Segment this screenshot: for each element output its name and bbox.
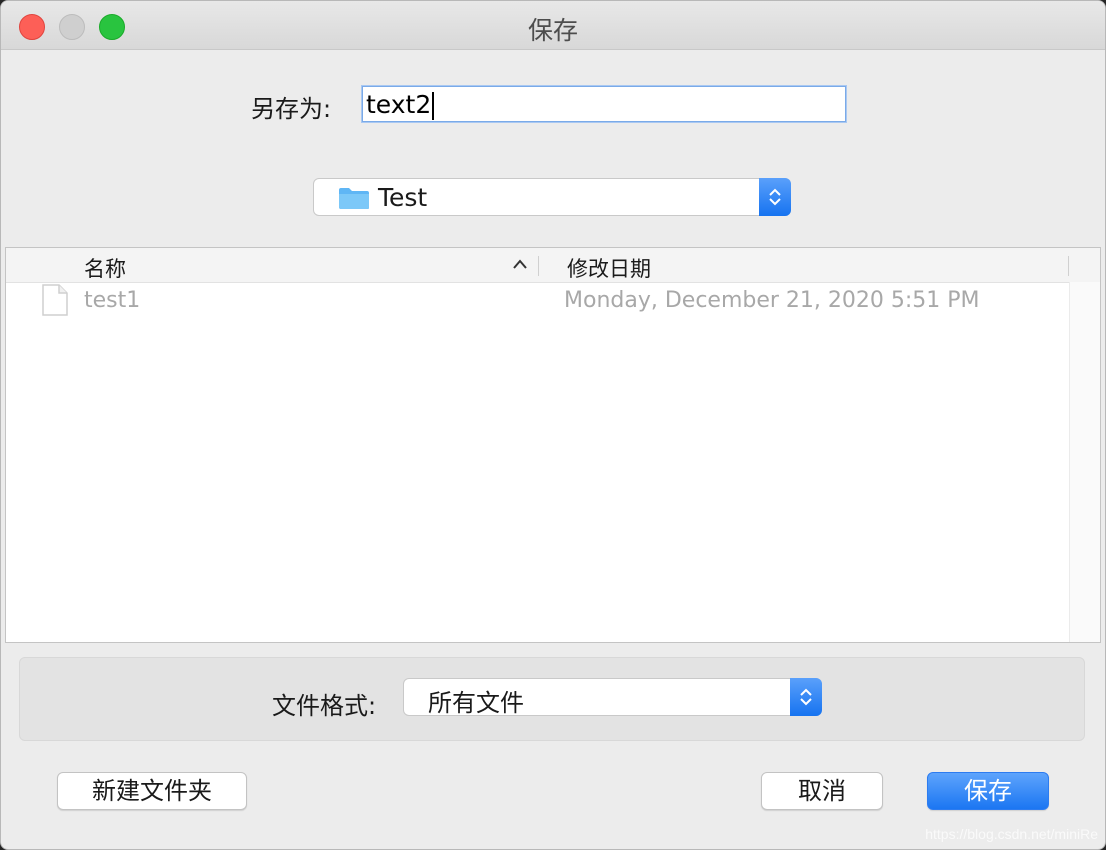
column-divider[interactable]	[538, 256, 539, 276]
window-title: 保存	[527, 16, 578, 45]
location-popup[interactable]: Test	[313, 178, 791, 216]
chevron-updown-icon	[769, 188, 781, 206]
save-as-label: 另存为:	[251, 95, 332, 123]
column-header: 名称 修改日期	[6, 248, 1100, 283]
save-button[interactable]: 保存	[927, 772, 1049, 810]
cancel-button[interactable]: 取消	[761, 772, 883, 810]
location-stepper[interactable]	[759, 178, 791, 216]
sort-ascending-icon[interactable]	[512, 258, 528, 270]
document-icon	[42, 284, 68, 316]
folder-icon	[339, 188, 369, 209]
file-format-value: 所有文件	[428, 689, 524, 717]
filename-value: text2	[366, 90, 432, 119]
save-dialog: 保存 另存为: text2 Test 名称 修改日期 test1 Monday,…	[0, 0, 1106, 850]
filename-input[interactable]: text2	[362, 86, 846, 122]
column-divider[interactable]	[1068, 256, 1069, 276]
new-folder-button[interactable]: 新建文件夹	[57, 772, 247, 810]
file-format-popup[interactable]: 所有文件	[403, 678, 822, 717]
title-bar: 保存	[1, 1, 1105, 50]
name-column-header[interactable]: 名称	[84, 253, 126, 283]
location-folder-name: Test	[378, 183, 428, 212]
file-modified-date: Monday, December 21, 2020 5:51 PM	[564, 288, 980, 313]
file-format-label: 文件格式:	[272, 692, 377, 720]
file-row[interactable]: test1 Monday, December 21, 2020 5:51 PM	[6, 284, 1070, 320]
file-format-stepper[interactable]	[790, 678, 822, 716]
text-caret	[432, 92, 435, 120]
chevron-updown-icon	[800, 688, 812, 706]
scrollbar-track[interactable]	[1069, 282, 1100, 642]
format-panel: 文件格式: 所有文件	[19, 657, 1085, 741]
file-name: test1	[84, 288, 141, 313]
date-column-header[interactable]: 修改日期	[567, 253, 651, 283]
file-browser: 名称 修改日期 test1 Monday, December 21, 2020 …	[5, 247, 1101, 643]
watermark: https://blog.csdn.net/miniRe	[925, 826, 1098, 842]
